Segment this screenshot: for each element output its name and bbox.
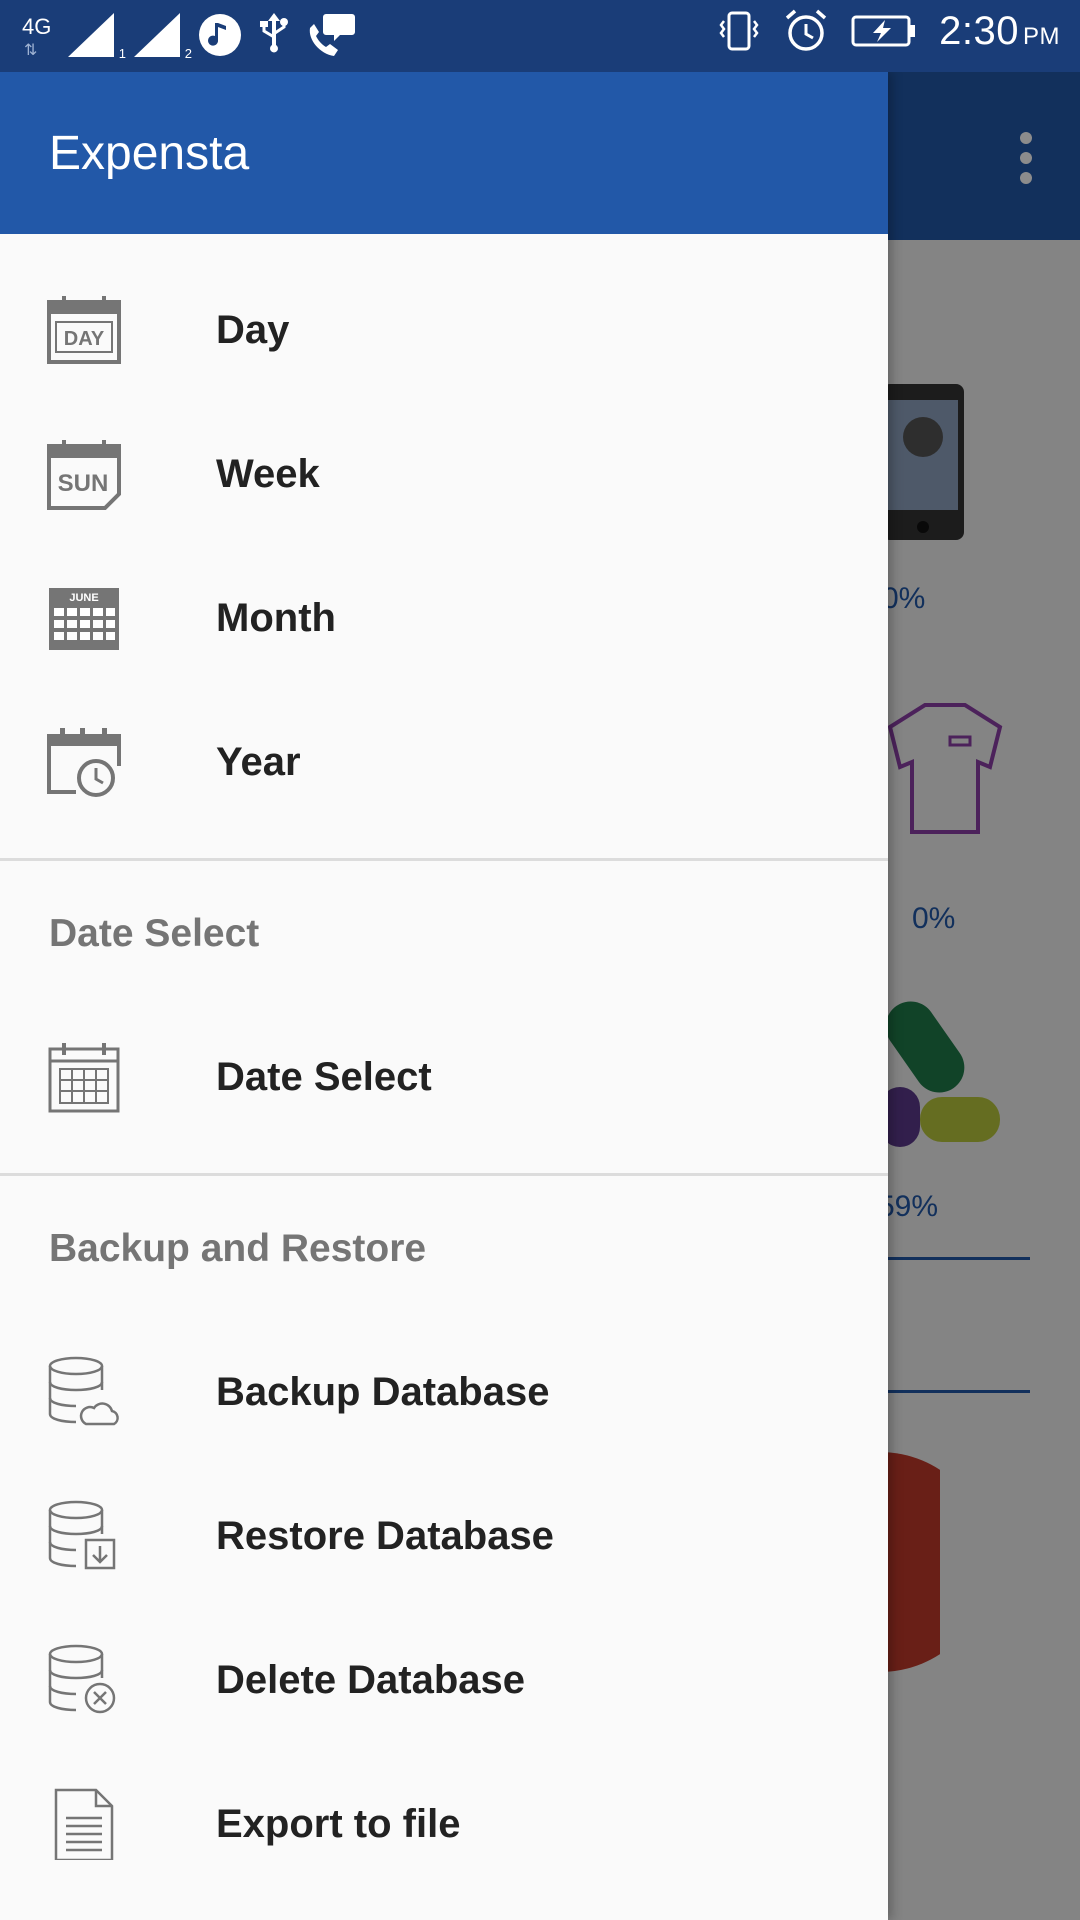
battery-charging-icon (851, 15, 916, 47)
signal-sim1-icon: 1 (66, 11, 126, 61)
drawer-divider (0, 858, 888, 861)
svg-text:SUN: SUN (58, 470, 109, 497)
vibrate-icon (719, 11, 759, 51)
drawer-item-delete-database[interactable]: Delete Database (0, 1608, 888, 1752)
calendar-month-icon: JUNE (49, 588, 119, 650)
drawer-item-date-select[interactable]: Date Select (0, 1005, 888, 1149)
data-arrows-icon: ⇅ (24, 42, 38, 59)
alarm-icon (785, 9, 827, 51)
calendar-grid-icon (48, 1043, 120, 1113)
document-icon (54, 1788, 114, 1860)
drawer-item-label: Restore Database (216, 1514, 554, 1558)
network-indicator: 4G ⇅ (22, 10, 52, 60)
calendar-day-icon: DAY (47, 296, 121, 364)
calendar-week-icon: SUN (47, 440, 121, 510)
call-message-icon (309, 14, 355, 56)
drawer-item-label: Delete Database (216, 1658, 526, 1702)
status-bar: 4G ⇅ 1 2 2:30 PM (0, 0, 1080, 72)
drawer-item-week[interactable]: SUN Week (0, 402, 888, 546)
drawer-item-month[interactable]: JUNE Month (0, 546, 888, 690)
svg-text:DAY: DAY (64, 328, 105, 350)
signal-sim2-icon: 2 (132, 11, 192, 61)
section-header-date-select: Date Select (49, 912, 260, 955)
drawer-item-label: Day (216, 308, 290, 352)
app-title: Expensta (49, 127, 250, 180)
usb-icon (260, 13, 288, 53)
database-download-icon (48, 1500, 116, 1570)
drawer-item-label: Backup Database (216, 1370, 550, 1414)
section-header-backup-restore: Backup and Restore (49, 1227, 427, 1270)
drawer-item-label: Export to file (216, 1802, 461, 1846)
drawer-item-day[interactable]: DAY Day (0, 258, 888, 402)
drawer-item-label: Month (216, 596, 336, 640)
drawer-item-label: Date Select (216, 1055, 432, 1099)
navigation-drawer: Expensta DAY Day SUN Week JUNE Month Yea… (0, 72, 888, 1920)
drawer-item-label: Year (216, 740, 301, 784)
drawer-item-label: Week (216, 452, 320, 496)
drawer-header: Expensta (0, 72, 888, 234)
database-delete-icon (48, 1644, 116, 1714)
calendar-year-icon (47, 728, 121, 797)
svg-text:JUNE: JUNE (69, 592, 98, 604)
drawer-item-restore-database[interactable]: Restore Database (0, 1464, 888, 1608)
drawer-item-backup-database[interactable]: Backup Database (0, 1320, 888, 1464)
music-icon (199, 14, 241, 56)
drawer-item-year[interactable]: Year (0, 690, 888, 834)
drawer-item-export-to-file[interactable]: Export to file (0, 1752, 888, 1896)
clock: 2:30 PM (939, 8, 1060, 53)
database-cloud-icon (48, 1356, 119, 1426)
network-type: 4G (22, 14, 52, 39)
drawer-divider (0, 1173, 888, 1176)
